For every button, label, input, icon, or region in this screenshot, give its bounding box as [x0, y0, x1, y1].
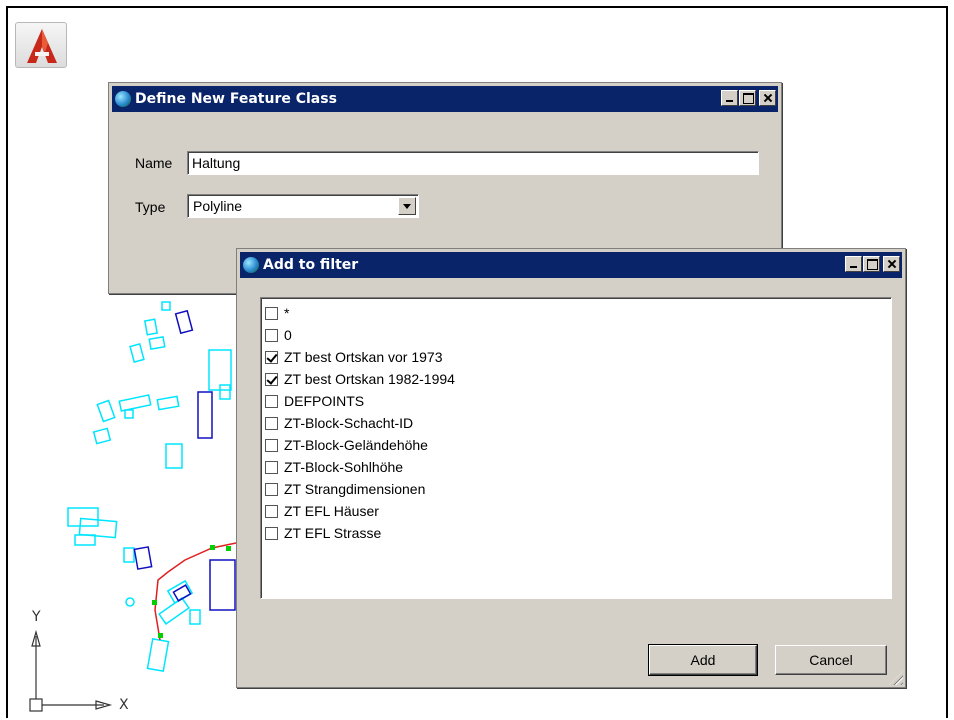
type-select[interactable]: Polyline [187, 194, 419, 218]
list-item[interactable]: ZT best Ortskan vor 1973 [265, 346, 442, 368]
cancel-button[interactable]: Cancel [775, 645, 887, 675]
define-dialog-title: Define New Feature Class [135, 91, 337, 107]
filter-dialog-title: Add to filter [263, 257, 359, 273]
add-to-filter-dialog: Add to filter * 0 ZT best Ortskan vor 19… [236, 248, 906, 688]
layer-listbox[interactable]: * 0 ZT best Ortskan vor 1973 ZT best Ort… [260, 297, 892, 599]
list-item[interactable]: ZT-Block-Geländehöhe [265, 434, 428, 456]
checkbox[interactable] [265, 504, 278, 518]
checkbox[interactable] [265, 306, 278, 320]
list-item-label: ZT-Block-Sohlhöhe [284, 459, 404, 475]
list-item-label: ZT best Ortskan 1982-1994 [284, 371, 455, 387]
minimize-button[interactable] [721, 90, 738, 106]
resize-grip-icon[interactable] [889, 671, 903, 685]
globe-icon [115, 91, 131, 107]
checkbox[interactable] [265, 372, 278, 386]
list-item[interactable]: * [265, 302, 289, 324]
checkbox[interactable] [265, 438, 278, 452]
list-item[interactable]: ZT EFL Strasse [265, 522, 381, 544]
checkbox[interactable] [265, 350, 278, 364]
list-item-label: DEFPOINTS [284, 393, 365, 409]
list-item-label: * [284, 305, 290, 321]
maximize-button[interactable] [739, 90, 756, 106]
name-input[interactable] [187, 151, 759, 175]
ucs-y-label: Y [32, 609, 41, 625]
list-item-label: ZT-Block-Schacht-ID [284, 415, 414, 431]
checkbox[interactable] [265, 526, 278, 540]
checkbox[interactable] [265, 394, 278, 408]
list-item[interactable]: 0 [265, 324, 292, 346]
list-item[interactable]: ZT-Block-Sohlhöhe [265, 456, 403, 478]
filter-dialog-titlebar[interactable]: Add to filter [240, 252, 902, 278]
list-item-label: ZT EFL Strasse [284, 525, 382, 541]
type-select-value: Polyline [193, 198, 243, 214]
checkbox[interactable] [265, 482, 278, 496]
list-item-label: 0 [284, 327, 292, 343]
list-item[interactable]: ZT Strangdimensionen [265, 478, 425, 500]
list-item[interactable]: ZT-Block-Schacht-ID [265, 412, 413, 434]
globe-icon [243, 257, 259, 273]
checkbox[interactable] [265, 416, 278, 430]
type-label: Type [135, 199, 166, 215]
maximize-button[interactable] [863, 256, 880, 272]
close-button[interactable] [883, 256, 900, 272]
list-item[interactable]: ZT best Ortskan 1982-1994 [265, 368, 455, 390]
checkbox[interactable] [265, 460, 278, 474]
list-item-label: ZT best Ortskan vor 1973 [284, 349, 443, 365]
name-label: Name [135, 155, 173, 171]
list-item-label: ZT EFL Häuser [284, 503, 379, 519]
list-item-label: ZT-Block-Geländehöhe [284, 437, 428, 453]
define-dialog-titlebar[interactable]: Define New Feature Class [112, 86, 778, 112]
list-item[interactable]: DEFPOINTS [265, 390, 364, 412]
list-item-label: ZT Strangdimensionen [284, 481, 426, 497]
add-button[interactable]: Add [648, 644, 758, 676]
minimize-button[interactable] [845, 256, 862, 272]
checkbox[interactable] [265, 328, 278, 342]
ucs-x-label: X [119, 697, 129, 713]
list-item[interactable]: ZT EFL Häuser [265, 500, 379, 522]
chevron-down-icon[interactable] [398, 197, 416, 215]
close-button[interactable] [759, 90, 776, 106]
